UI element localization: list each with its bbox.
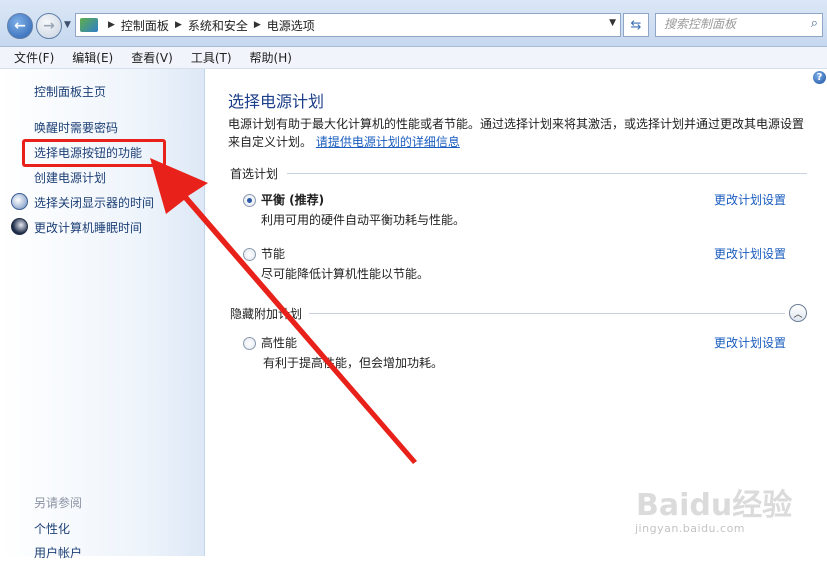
watermark-logo: Baidu经验 [636, 488, 793, 523]
watermark-url: jingyan.baidu.com [635, 522, 746, 535]
annotation-arrow [150, 158, 417, 464]
